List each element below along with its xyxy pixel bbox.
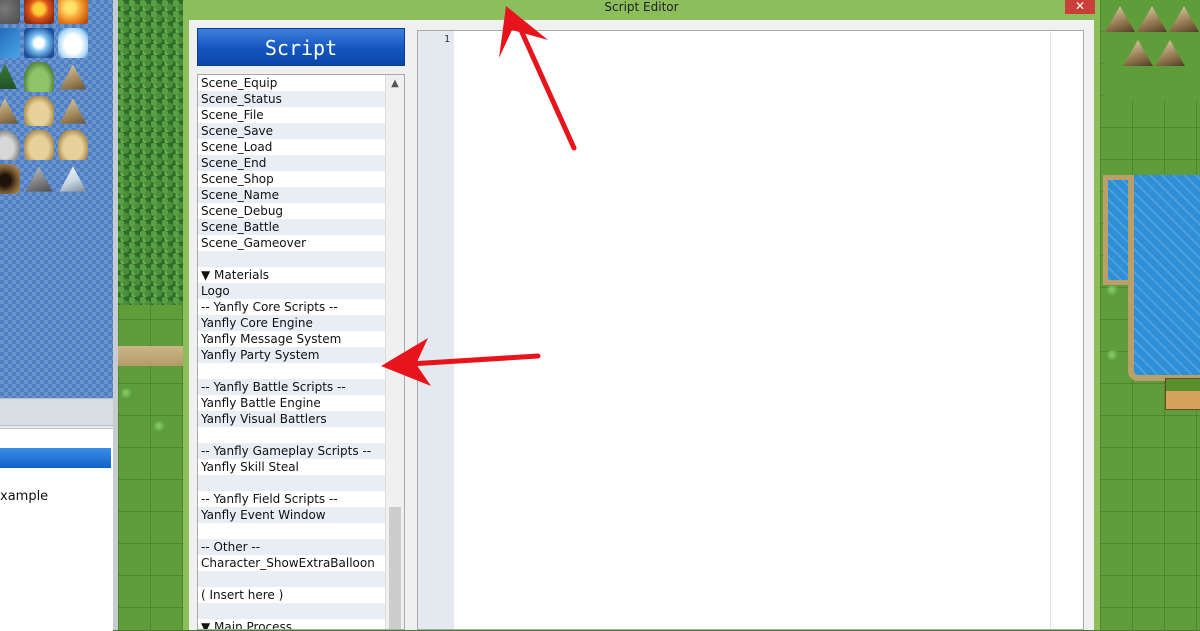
line-number-gutter: 1: [418, 31, 454, 629]
script-list-item[interactable]: Character_ShowExtraBalloon: [198, 555, 386, 571]
script-list-item[interactable]: Scene_Equip: [198, 75, 386, 91]
script-list-item[interactable]: -- Yanfly Core Scripts --: [198, 299, 386, 315]
script-list-item[interactable]: Yanfly Message System: [198, 331, 386, 347]
panel-divider: [0, 398, 113, 426]
line-number: 1: [443, 34, 450, 45]
script-list-item[interactable]: ▼ Main Process: [198, 619, 386, 629]
map-bush-icon: [121, 388, 133, 400]
script-list-item[interactable]: Scene_Battle: [198, 219, 386, 235]
script-list-item[interactable]: Yanfly Party System: [198, 347, 386, 363]
script-list-item[interactable]: Scene_Save: [198, 123, 386, 139]
script-list-item[interactable]: Scene_Status: [198, 91, 386, 107]
close-button[interactable]: ✕: [1065, 0, 1095, 14]
script-list-item[interactable]: ▼ Materials: [198, 267, 386, 283]
script-list-item[interactable]: Yanfly Battle Engine: [198, 395, 386, 411]
window-body: Script Scene_Equip Scene_Status Scene_File…: [189, 20, 1094, 630]
map-lake: [1128, 175, 1200, 381]
script-list-item[interactable]: [198, 523, 386, 539]
tile-crater-icon[interactable]: [0, 164, 20, 194]
tile-splash-icon[interactable]: [24, 28, 54, 58]
map-bush-icon: [1107, 350, 1119, 362]
tile-lava-icon[interactable]: [24, 0, 54, 24]
script-list-item[interactable]: -- Yanfly Field Scripts --: [198, 491, 386, 507]
tile-dune-icon[interactable]: [24, 130, 54, 160]
script-list-header: Script: [197, 28, 405, 66]
map-bush-icon: [154, 421, 166, 433]
window-title: Script Editor: [604, 0, 679, 14]
editor-margin-line: [1050, 31, 1051, 629]
script-list-item[interactable]: Yanfly Visual Battlers: [198, 411, 386, 427]
script-list-item[interactable]: ( Insert here ): [198, 587, 386, 603]
script-list-item[interactable]: Yanfly Event Window: [198, 507, 386, 523]
script-list-item[interactable]: Scene_Name: [198, 187, 386, 203]
script-list-item[interactable]: Yanfly Core Engine: [198, 315, 386, 331]
mountain-icon: [1155, 40, 1185, 66]
script-list-item[interactable]: Logo: [198, 283, 386, 299]
tile-mountain-icon[interactable]: [0, 98, 19, 124]
tile-rock-icon[interactable]: [0, 0, 20, 24]
tile-hill-icon[interactable]: [24, 62, 54, 92]
script-editor-window: Script Editor ✕ Script Scene_Equip Scene_…: [183, 0, 1100, 630]
selected-map-item[interactable]: [0, 448, 111, 468]
script-list-item[interactable]: [198, 603, 386, 619]
tileset-panel: xample: [0, 0, 118, 631]
script-list-item[interactable]: Scene_Load: [198, 139, 386, 155]
mountain-icon: [1105, 6, 1135, 32]
script-list-item[interactable]: -- Yanfly Battle Scripts --: [198, 379, 386, 395]
script-list-item[interactable]: Scene_End: [198, 155, 386, 171]
tile-dune-icon[interactable]: [24, 96, 54, 126]
tile-mountain-icon[interactable]: [59, 98, 87, 124]
script-list-item[interactable]: Yanfly Skill Steal: [198, 459, 386, 475]
map-bush-icon: [1107, 285, 1119, 297]
scroll-thumb[interactable]: [389, 507, 401, 629]
map-list-item-label[interactable]: xample: [0, 489, 48, 504]
script-list-item[interactable]: [198, 427, 386, 443]
tile-rocks-icon[interactable]: [0, 130, 20, 160]
map-house-icon: [1165, 378, 1200, 410]
tileset-palette[interactable]: [0, 0, 113, 398]
script-list-item[interactable]: Scene_Debug: [198, 203, 386, 219]
script-items: Scene_Equip Scene_Status Scene_File Scene_S…: [198, 75, 386, 629]
tile-tree-icon[interactable]: [0, 63, 17, 89]
map-forest: [118, 0, 183, 305]
script-list-item[interactable]: [198, 475, 386, 491]
script-list-item[interactable]: Scene_Shop: [198, 171, 386, 187]
tile-dune-icon[interactable]: [58, 130, 88, 160]
script-list-item[interactable]: Scene_Gameover: [198, 235, 386, 251]
script-list-item[interactable]: [198, 571, 386, 587]
mountain-icon: [1137, 6, 1167, 32]
scroll-up-icon[interactable]: ▲: [386, 75, 404, 93]
tile-grey-mountain-icon[interactable]: [25, 166, 53, 192]
script-list-item[interactable]: [198, 363, 386, 379]
script-list-item[interactable]: [198, 251, 386, 267]
tile-cloud-icon[interactable]: [58, 28, 88, 58]
script-list-item[interactable]: -- Other --: [198, 539, 386, 555]
script-list-scrollbar[interactable]: ▲: [385, 75, 404, 629]
tile-lava-icon[interactable]: [58, 0, 88, 24]
map-mountains: [1103, 0, 1200, 100]
code-editor[interactable]: 1: [417, 30, 1084, 630]
tile-mountain-icon[interactable]: [59, 64, 87, 90]
script-list-item[interactable]: -- Yanfly Gameplay Scripts --: [198, 443, 386, 459]
mountain-icon: [1123, 40, 1153, 66]
script-list-item[interactable]: Scene_File: [198, 107, 386, 123]
tile-snow-mountain-icon[interactable]: [59, 166, 87, 192]
tile-water-icon[interactable]: [0, 28, 20, 58]
mountain-icon: [1169, 6, 1199, 32]
script-list[interactable]: Scene_Equip Scene_Status Scene_File Scene_S…: [197, 74, 405, 630]
map-path: [118, 346, 183, 366]
